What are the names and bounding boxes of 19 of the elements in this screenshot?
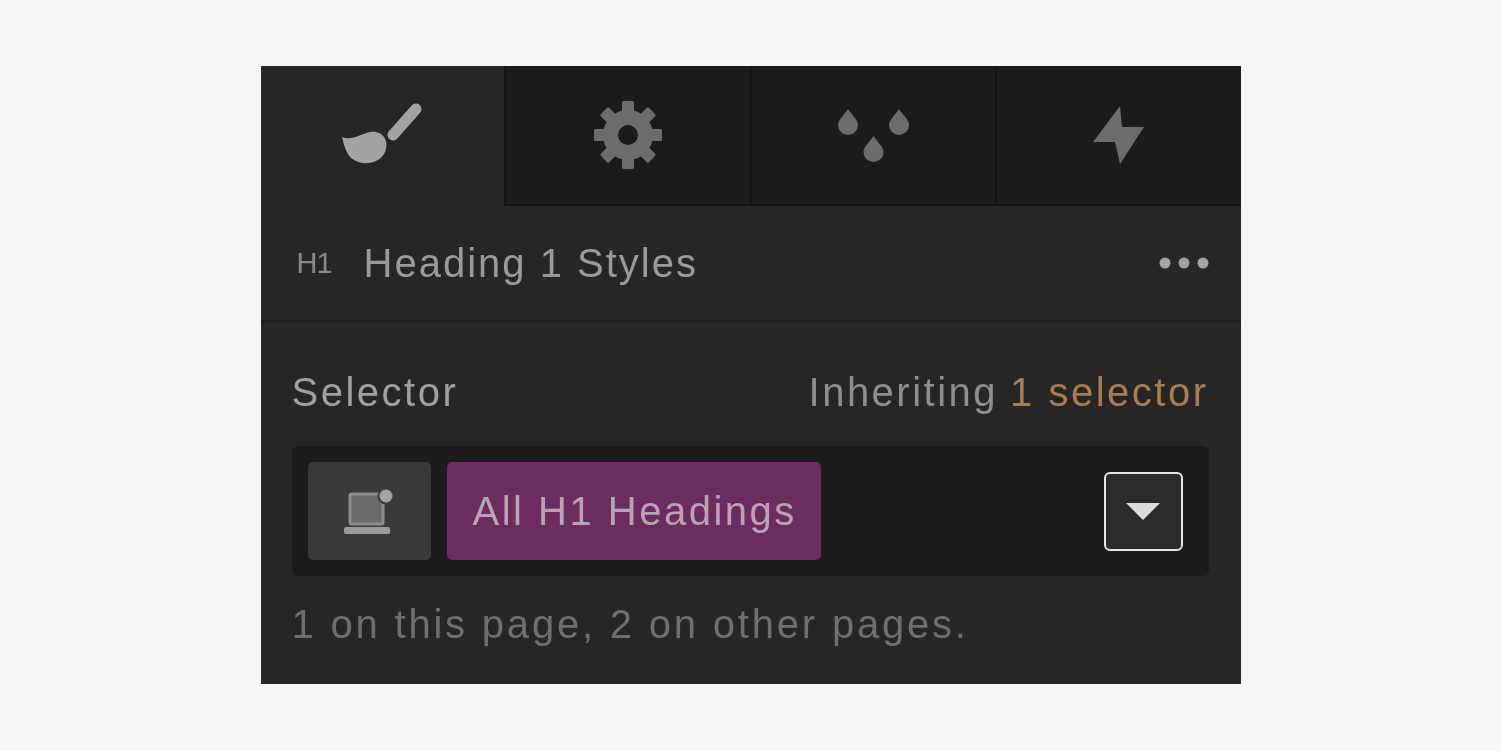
laptop-icon bbox=[344, 488, 394, 534]
element-type-label: H1 bbox=[296, 248, 332, 278]
usage-note: 1 on this page, 2 on other pages. bbox=[291, 601, 970, 648]
panel-tab[interactable] bbox=[995, 66, 1241, 206]
selector-field[interactable]: All H1 Headings bbox=[291, 446, 1209, 576]
selector-label: Selector bbox=[291, 369, 459, 416]
lightning-icon bbox=[1093, 106, 1145, 164]
drops-icon bbox=[837, 108, 909, 162]
inheriting-text: Inheriting bbox=[808, 369, 999, 416]
panel-tab[interactable] bbox=[504, 66, 750, 206]
settings-icon bbox=[593, 101, 662, 169]
inherited-selector-link[interactable]: 1 selector bbox=[1010, 368, 1209, 416]
dropdown-button[interactable] bbox=[1103, 471, 1183, 551]
panel-title: Heading 1 Styles bbox=[363, 240, 698, 287]
more-icon[interactable] bbox=[1158, 257, 1209, 269]
selector-tag[interactable]: All H1 Headings bbox=[446, 462, 821, 560]
device-button[interactable] bbox=[307, 462, 431, 560]
caret-icon bbox=[1126, 502, 1160, 520]
panel-tab[interactable] bbox=[749, 66, 995, 206]
